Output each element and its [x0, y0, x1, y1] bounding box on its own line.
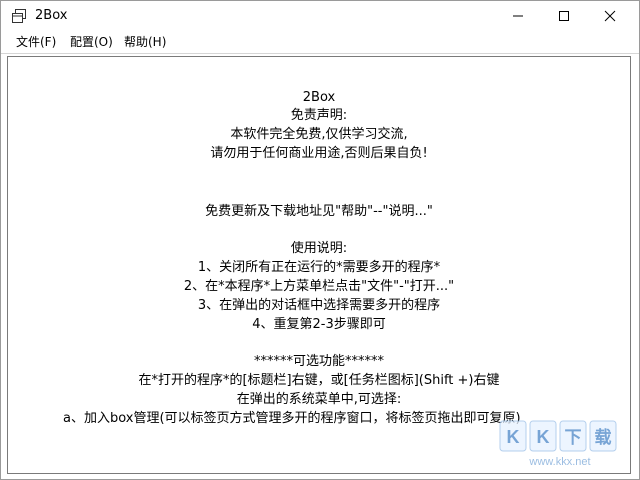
minimize-button[interactable] — [495, 1, 541, 31]
content-line-usage-heading: 使用说明: — [290, 241, 348, 256]
svg-text:K: K — [537, 427, 550, 447]
content-line-optional-2: 在弹出的系统菜单中,可选择: — [236, 392, 402, 407]
svg-text:载: 载 — [595, 427, 612, 448]
content-line-step-1: 1、关闭所有正在运行的*需要多开的程序* — [197, 260, 441, 275]
content-line-step-4: 4、重复第2-3步骤即可 — [252, 317, 386, 332]
svg-text:www.kkx.net: www.kkx.net — [528, 456, 590, 468]
menu-config[interactable]: 配置(O) — [69, 34, 114, 50]
svg-text:K: K — [507, 427, 520, 447]
maximize-icon — [558, 7, 570, 26]
window-title: 2Box — [35, 8, 68, 23]
maximize-button[interactable] — [541, 1, 587, 31]
content-line-disclaimer-heading: 免责声明: — [290, 108, 348, 123]
minimize-icon — [512, 7, 524, 26]
svg-text:下: 下 — [565, 428, 582, 448]
content-line-optional-1: 在*打开的程序*的[标题栏]右键，或[任务栏图标](Shift +)右键 — [138, 373, 500, 388]
content-line-optional-a: a、加入box管理(可以标签页方式管理多开的程序窗口，将标签页拖出即可复原) — [63, 411, 521, 426]
content-line-step-3: 3、在弹出的对话框中选择需要多开的程序 — [197, 298, 441, 313]
app-window-icon[interactable] — [11, 8, 27, 24]
menu-file[interactable]: 文件(F) — [15, 34, 57, 50]
content-line-disclaimer-1: 本软件完全免费,仅供学习交流, — [230, 127, 408, 142]
content-line-optional-heading: ******可选功能****** — [253, 354, 384, 369]
content-line-disclaimer-2: 请勿用于任何商业用途,否则后果自负! — [210, 146, 428, 161]
menu-bar: 文件(F) 配置(O) 帮助(H) — [1, 31, 639, 54]
app-window: 2Box 文件(F) 配置(O) 帮助(H) 2Box 免责声明: 本软件完全免… — [0, 0, 640, 480]
content-area: 2Box 免责声明: 本软件完全免费,仅供学习交流, 请勿用于任何商业用途,否则… — [7, 56, 631, 474]
content-line-step-2: 2、在*本程序*上方菜单栏点击"文件"-"打开..." — [183, 279, 455, 294]
close-icon — [604, 7, 616, 26]
kk-download-logo: K K 下 载 www.kkx.net — [498, 415, 624, 471]
title-bar[interactable]: 2Box — [1, 1, 639, 31]
content-line-app-name: 2Box — [302, 90, 336, 105]
content-line-update-info: 免费更新及下载地址见"帮助"--"说明..." — [205, 204, 433, 219]
menu-help[interactable]: 帮助(H) — [123, 34, 167, 50]
close-button[interactable] — [587, 1, 633, 31]
